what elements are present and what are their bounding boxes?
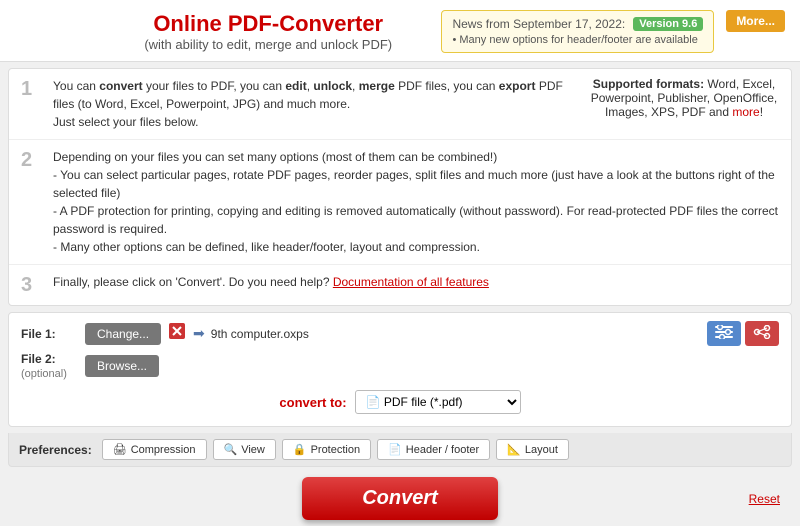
step-1-content: You can convert your files to PDF, you c…	[53, 77, 579, 131]
file-area: File 1: Change... ➡ 9th computer.oxps	[8, 312, 792, 427]
file-1-name: 9th computer.oxps	[211, 327, 309, 341]
steps-section: 1 You can convert your files to PDF, you…	[8, 68, 792, 306]
news-item-text: Many new options for header/footer are a…	[452, 34, 703, 46]
file-settings-button[interactable]	[707, 321, 741, 346]
share-icon	[753, 325, 771, 339]
step-2-number: 2	[21, 148, 45, 172]
file-share-button[interactable]	[745, 321, 779, 346]
title-block: Online PDF-Converter (with ability to ed…	[144, 11, 392, 52]
more-formats-link[interactable]: more	[732, 105, 759, 119]
step-3-content: Finally, please click on 'Convert'. Do y…	[53, 273, 779, 291]
view-label: View	[241, 444, 265, 456]
file-action-icons	[707, 321, 779, 346]
browse-button[interactable]: Browse...	[85, 355, 159, 377]
protection-icon: 🔒	[293, 443, 307, 456]
pref-tab-view[interactable]: 🔍 View	[213, 439, 276, 460]
app-title: Online PDF-Converter	[144, 11, 392, 37]
news-box: News from September 17, 2022: Version 9.…	[441, 10, 714, 53]
app-subtitle: (with ability to edit, merge and unlock …	[144, 37, 392, 52]
pref-tab-header-footer[interactable]: 📄 Header / footer	[377, 439, 490, 460]
compression-icon: 🖨	[113, 443, 127, 456]
pref-tab-compression[interactable]: 🖨 Compression	[102, 439, 207, 460]
reset-link[interactable]: Reset	[749, 492, 780, 506]
protection-label: Protection	[311, 444, 361, 456]
change-button[interactable]: Change...	[85, 323, 161, 345]
pref-tab-protection[interactable]: 🔒 Protection	[282, 439, 371, 460]
preferences-bar: Preferences: 🖨 Compression 🔍 View 🔒 Prot…	[8, 433, 792, 467]
convert-to-row: convert to: 📄 PDF file (*.pdf) Word Docu…	[21, 386, 779, 418]
header-footer-label: Header / footer	[406, 444, 479, 456]
preferences-label: Preferences:	[19, 443, 92, 457]
layout-label: Layout	[525, 444, 558, 456]
doc-link[interactable]: Documentation of all features	[333, 275, 489, 289]
step-1: 1 You can convert your files to PDF, you…	[9, 69, 791, 140]
view-icon: 🔍	[224, 443, 238, 456]
step-2-content: Depending on your files you can set many…	[53, 148, 779, 256]
compression-label: Compression	[131, 444, 196, 456]
news-date-label: News from September 17, 2022:	[452, 17, 625, 31]
layout-icon: 📐	[507, 443, 521, 456]
convert-to-label: convert to:	[279, 395, 346, 410]
pref-tab-layout[interactable]: 📐 Layout	[496, 439, 569, 460]
convert-section: Convert Reset	[0, 467, 800, 526]
step-2: 2 Depending on your files you can set ma…	[9, 140, 791, 265]
settings-icon	[715, 325, 733, 339]
format-select[interactable]: 📄 PDF file (*.pdf) Word Document (*.docx…	[355, 390, 521, 414]
file-2-row: File 2: (optional) Browse...	[21, 352, 779, 380]
step-3: 3 Finally, please click on 'Convert'. Do…	[9, 265, 791, 305]
file-type-icon: ➡	[193, 325, 205, 342]
version-badge: Version 9.6	[633, 17, 703, 31]
step-1-number: 1	[21, 77, 45, 101]
file-1-label: File 1:	[21, 327, 79, 341]
header-footer-icon: 📄	[388, 443, 402, 456]
file-1-row: File 1: Change... ➡ 9th computer.oxps	[21, 321, 779, 346]
convert-button[interactable]: Convert	[302, 477, 498, 520]
more-button[interactable]: More...	[726, 10, 785, 32]
file-2-label: File 2: (optional)	[21, 352, 79, 380]
delete-icon	[169, 323, 185, 339]
step-3-number: 3	[21, 273, 45, 297]
delete-file-button[interactable]	[167, 323, 187, 344]
step-1-aside: Supported formats: Word, Excel,Powerpoin…	[579, 77, 779, 119]
header: Online PDF-Converter (with ability to ed…	[0, 0, 800, 62]
